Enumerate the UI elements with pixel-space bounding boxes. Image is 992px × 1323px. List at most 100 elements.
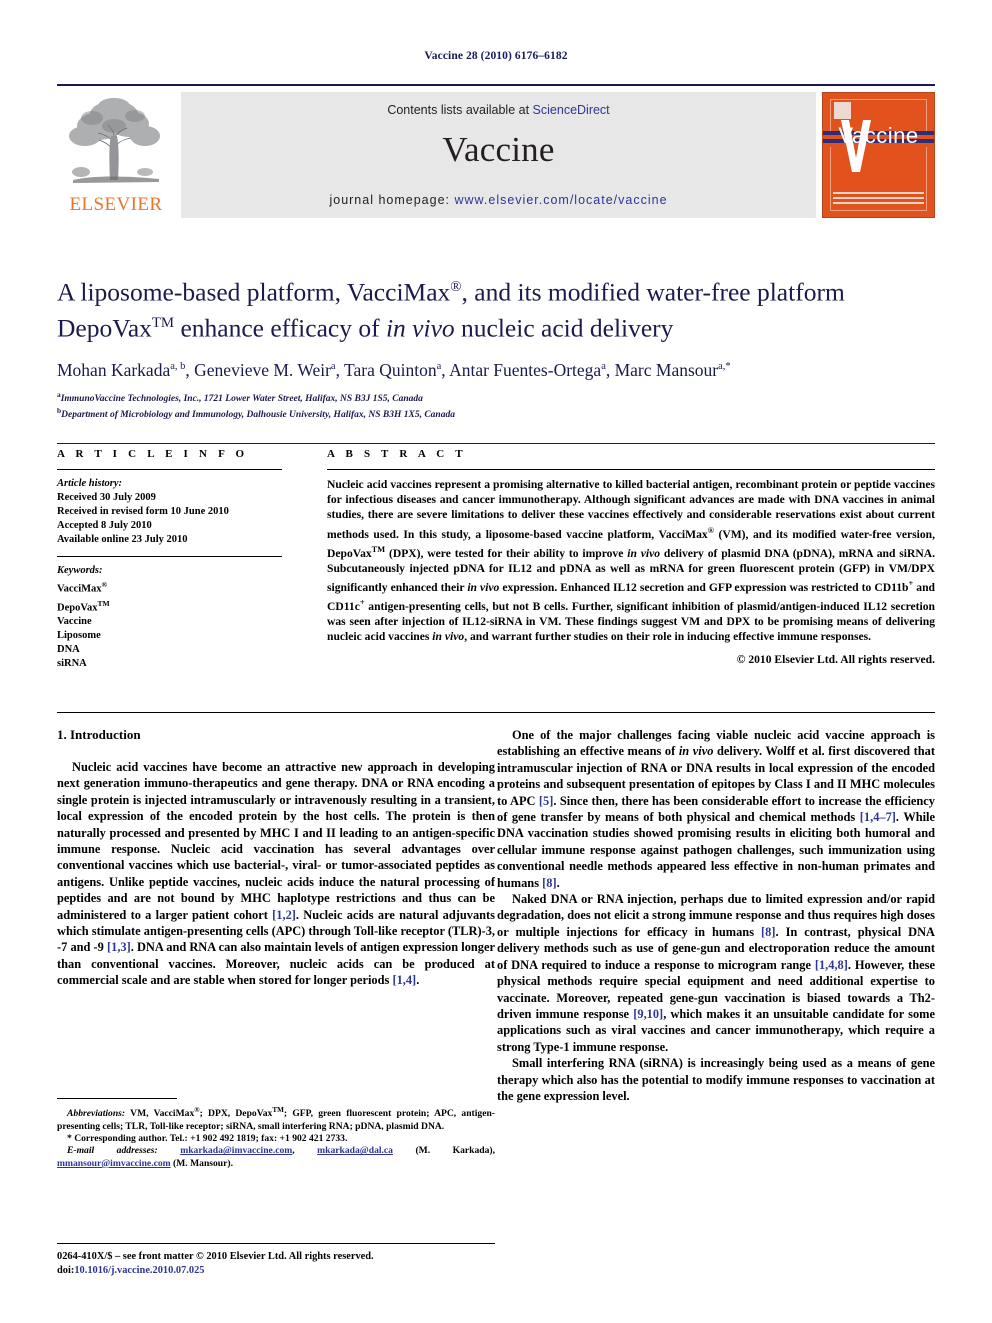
info-abstract-top-rule bbox=[57, 443, 935, 444]
abstract-column: A B S T R A C T Nucleic acid vaccines re… bbox=[327, 448, 935, 666]
text-run: . bbox=[556, 875, 560, 890]
email-link[interactable]: mmansour@imvaccine.com bbox=[57, 1158, 171, 1169]
author-entry: Tara Quintona, bbox=[344, 360, 449, 380]
journal-homepage-line: journal homepage: www.elsevier.com/locat… bbox=[181, 193, 816, 207]
journal-homepage-link[interactable]: www.elsevier.com/locate/vaccine bbox=[455, 193, 668, 207]
author-separator: , bbox=[441, 359, 450, 380]
title-trademark-mark: TM bbox=[151, 314, 175, 331]
cover-footer-text bbox=[833, 192, 924, 204]
author-name: Tara Quinton bbox=[344, 359, 437, 380]
body-column-left: 1. Introduction Nucleic acid vaccines ha… bbox=[57, 727, 495, 989]
journal-masthead: ELSEVIER Contents lists available at Sci… bbox=[57, 84, 935, 222]
paragraph: Nucleic acid vaccines have become an att… bbox=[57, 759, 495, 989]
text-run: Small interfering RNA (siRNA) is increas… bbox=[497, 1056, 935, 1103]
citation-link[interactable]: [5] bbox=[539, 794, 553, 808]
doi-link[interactable]: 10.1016/j.vaccine.2010.07.025 bbox=[74, 1265, 204, 1276]
abstract-sup: TM bbox=[371, 544, 386, 554]
email-footnote: E-mail addresses: mkarkada@imvaccine.com… bbox=[57, 1145, 495, 1169]
citation-link[interactable]: [8] bbox=[542, 876, 556, 890]
abstract-rule bbox=[327, 469, 935, 470]
author-entry: Mohan Karkadaa, b, bbox=[57, 360, 194, 380]
citation-link[interactable]: [1,2] bbox=[272, 908, 296, 922]
abstract-copyright: © 2010 Elsevier Ltd. All rights reserved… bbox=[736, 653, 935, 667]
author-name: Marc Mansour bbox=[614, 359, 719, 380]
page-title: A liposome-based platform, VacciMax®, an… bbox=[57, 272, 935, 343]
author-affil-marker: a,* bbox=[718, 361, 731, 372]
email-owner: (M. Mansour). bbox=[170, 1157, 233, 1169]
keyword-item: Liposome bbox=[57, 630, 101, 641]
title-line2-part-b: enhance efficacy of bbox=[174, 313, 386, 342]
affiliation-item: bDepartment of Microbiology and Immunolo… bbox=[57, 405, 935, 422]
article-history-item: Received 30 July 2009 bbox=[57, 492, 156, 503]
title-block: A liposome-based platform, VacciMax®, an… bbox=[57, 272, 935, 422]
abstract-italic: in vivo bbox=[432, 630, 465, 644]
abstract-bottom-rule bbox=[57, 712, 935, 713]
citation-link[interactable]: [1,4,8] bbox=[815, 958, 848, 972]
article-info-column: A R T I C L E I N F O Article history: R… bbox=[57, 448, 282, 671]
citation-link[interactable]: [1,3] bbox=[107, 940, 131, 954]
cover-journal-title: Vaccine bbox=[838, 123, 919, 148]
affiliation-text: Department of Microbiology and Immunolog… bbox=[61, 410, 455, 421]
paragraph: Naked DNA or RNA injection, perhaps due … bbox=[497, 891, 935, 1055]
email-link[interactable]: mkarkada@imvaccine.com bbox=[180, 1145, 292, 1156]
abbreviations-footnote: Abbreviations: VM, VacciMax®; DPX, DepoV… bbox=[57, 1104, 495, 1133]
article-history-item: Available online 23 July 2010 bbox=[57, 534, 188, 545]
article-info-rule bbox=[57, 469, 282, 470]
keyword-item: DNA bbox=[57, 644, 80, 655]
text-run: Nucleic acid vaccines have become an att… bbox=[57, 760, 495, 922]
author-name: Mohan Karkada bbox=[57, 359, 171, 380]
author-entry: Antar Fuentes-Ortegaa, bbox=[449, 360, 615, 380]
affiliation-item: aImmunoVaccine Technologies, Inc., 1721 … bbox=[57, 389, 935, 406]
text-run: . bbox=[416, 973, 420, 988]
body-column-right: One of the major challenges facing viabl… bbox=[497, 727, 935, 1104]
email-link[interactable]: mkarkada@dal.ca bbox=[317, 1145, 393, 1156]
cover-v-letter-icon bbox=[841, 120, 871, 172]
title-registered-mark: ® bbox=[450, 279, 462, 295]
elsevier-tree-icon bbox=[69, 98, 160, 183]
abbreviations-sup: TM bbox=[272, 1106, 284, 1114]
paragraph: Small interfering RNA (siRNA) is increas… bbox=[497, 1055, 935, 1104]
abstract-text: Nucleic acid vaccines represent a promis… bbox=[327, 477, 935, 644]
italic-text: in vivo bbox=[678, 744, 714, 759]
abstract-seg: expression. Enhanced IL12 secretion and … bbox=[499, 580, 909, 594]
abstract-italic: in vivo bbox=[467, 580, 500, 594]
keywords-rule bbox=[57, 556, 282, 557]
journal-cover-thumbnail: Vaccine bbox=[822, 92, 935, 218]
author-separator: , bbox=[335, 359, 345, 380]
keywords-label: Keywords: bbox=[57, 565, 103, 576]
citation-link[interactable]: [8] bbox=[761, 925, 775, 939]
abstract-heading: A B S T R A C T bbox=[327, 448, 467, 460]
journal-band: Contents lists available at ScienceDirec… bbox=[181, 92, 816, 218]
keyword-text: DepoVax bbox=[57, 602, 98, 613]
citation-link[interactable]: [1,4–7] bbox=[860, 810, 896, 824]
keyword-item: VacciMax® bbox=[57, 578, 282, 597]
abbreviations-seg: VM, VacciMax bbox=[125, 1108, 195, 1120]
running-head: Vaccine 28 (2010) 6176–6182 bbox=[424, 50, 568, 62]
section-heading-introduction: 1. Introduction bbox=[57, 727, 141, 742]
homepage-prefix: journal homepage: bbox=[329, 193, 451, 207]
abstract-italic: in vivo bbox=[627, 546, 661, 560]
citation-link[interactable]: [9,10] bbox=[633, 1007, 663, 1021]
email-label: E-mail addresses: bbox=[67, 1145, 158, 1157]
doi-line: doi:10.1016/j.vaccine.2010.07.025 bbox=[57, 1264, 495, 1278]
sciencedirect-link[interactable]: ScienceDirect bbox=[533, 103, 610, 117]
abbreviations-label: Abbreviations: bbox=[67, 1108, 126, 1120]
contents-prefix: Contents lists available at bbox=[387, 103, 530, 117]
keyword-item: siRNA bbox=[57, 658, 87, 669]
author-name: Genevieve M. Weir bbox=[194, 359, 331, 380]
footnote-rule bbox=[57, 1098, 177, 1099]
affiliation-text: ImmunoVaccine Technologies, Inc., 1721 L… bbox=[60, 393, 423, 404]
abbreviations-seg: ; DPX, DepoVax bbox=[199, 1108, 273, 1120]
title-line2-part-c: nucleic acid delivery bbox=[454, 313, 674, 342]
doi-label: doi: bbox=[57, 1264, 75, 1276]
title-line1-part-b: , and its modified water-free platform bbox=[461, 277, 845, 307]
keyword-mark: TM bbox=[97, 598, 110, 608]
issn-rule bbox=[57, 1243, 495, 1244]
keyword-item: DepoVaxTM bbox=[57, 597, 282, 616]
author-name: Antar Fuentes-Ortega bbox=[449, 359, 602, 380]
citation-link[interactable]: [1,4] bbox=[392, 973, 416, 987]
title-line2-part-a: DepoVax bbox=[57, 313, 152, 342]
article-history-item: Received in revised form 10 June 2010 bbox=[57, 506, 229, 517]
title-line1-part-a: A liposome-based platform, VacciMax bbox=[57, 277, 451, 307]
author-affil-marker: a, b bbox=[170, 361, 186, 372]
